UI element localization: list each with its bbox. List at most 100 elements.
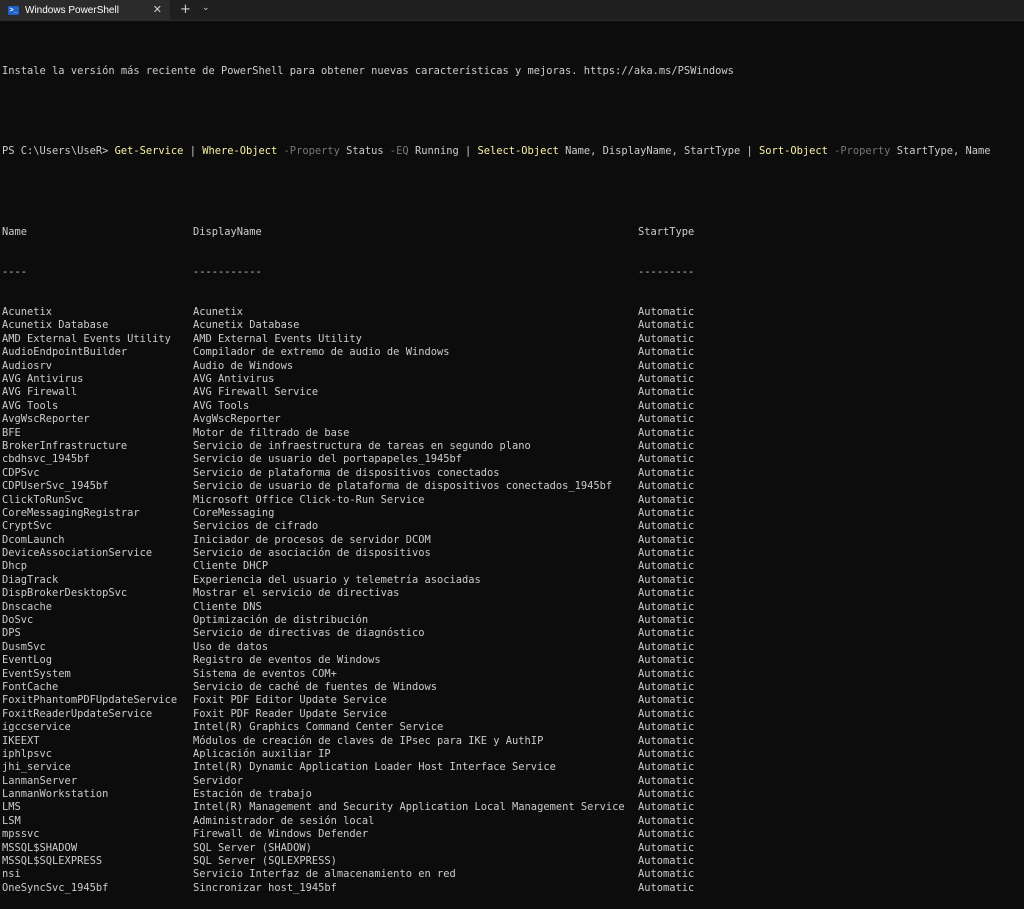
- start-type: Automatic: [638, 440, 758, 453]
- start-type: Automatic: [638, 681, 758, 694]
- table-row: LanmanWorkstationEstación de trabajoAuto…: [2, 788, 1024, 801]
- start-type: Automatic: [638, 855, 758, 868]
- start-type: Automatic: [638, 373, 758, 386]
- display-name: Mostrar el servicio de directivas: [193, 587, 638, 600]
- display-name: AVG Tools: [193, 400, 638, 413]
- service-name: iphlpsvc: [2, 748, 193, 761]
- table-row: ClickToRunSvcMicrosoft Office Click-to-R…: [2, 494, 1024, 507]
- table-row: EventLogRegistro de eventos de WindowsAu…: [2, 654, 1024, 667]
- start-type: Automatic: [638, 882, 758, 895]
- parameter: -Property: [277, 145, 340, 157]
- start-type: Automatic: [638, 534, 758, 547]
- start-type: Automatic: [638, 360, 758, 373]
- table-row: BFEMotor de filtrado de baseAutomatic: [2, 427, 1024, 440]
- start-type: Automatic: [638, 801, 758, 814]
- service-name: AVG Antivirus: [2, 373, 193, 386]
- display-name: Servicio de caché de fuentes de Windows: [193, 681, 638, 694]
- table-row: EventSystemSistema de eventos COM+Automa…: [2, 668, 1024, 681]
- table-row: AvgWscReporterAvgWscReporterAutomatic: [2, 413, 1024, 426]
- service-name: DcomLaunch: [2, 534, 193, 547]
- display-name: SQL Server (SQLEXPRESS): [193, 855, 638, 868]
- display-name: Servicio de asociación de dispositivos: [193, 547, 638, 560]
- display-name: Servicios de cifrado: [193, 520, 638, 533]
- display-name: Servicio de infraestructura de tareas en…: [193, 440, 638, 453]
- display-name: Foxit PDF Editor Update Service: [193, 694, 638, 707]
- argument: StartType, Name: [890, 145, 990, 157]
- table-row: AVG AntivirusAVG AntivirusAutomatic: [2, 373, 1024, 386]
- table-row: iphlpsvcAplicación auxiliar IPAutomatic: [2, 748, 1024, 761]
- service-name: igccservice: [2, 721, 193, 734]
- service-name: AVG Tools: [2, 400, 193, 413]
- cmdlet-select-object: Select-Object: [478, 145, 559, 157]
- table-row: FontCacheServicio de caché de fuentes de…: [2, 681, 1024, 694]
- service-name: AvgWscReporter: [2, 413, 193, 426]
- start-type: Automatic: [638, 386, 758, 399]
- table-row: OneSyncSvc_1945bfSincronizar host_1945bf…: [2, 882, 1024, 895]
- argument: Status: [340, 145, 384, 157]
- service-name: BFE: [2, 427, 193, 440]
- table-row: nsiServicio Interfaz de almacenamiento e…: [2, 868, 1024, 881]
- column-header-displayname: DisplayName: [193, 226, 638, 239]
- table-row: igccserviceIntel(R) Graphics Command Cen…: [2, 721, 1024, 734]
- service-name: Acunetix: [2, 306, 193, 319]
- start-type: Automatic: [638, 574, 758, 587]
- parameter: -Property: [828, 145, 891, 157]
- display-name: Servicio de usuario del portapapeles_194…: [193, 453, 638, 466]
- display-name: AMD External Events Utility: [193, 333, 638, 346]
- table-row: MSSQL$SQLEXPRESSSQL Server (SQLEXPRESS)A…: [2, 855, 1024, 868]
- start-type: Automatic: [638, 708, 758, 721]
- service-name: Dnscache: [2, 601, 193, 614]
- table-row: AVG ToolsAVG ToolsAutomatic: [2, 400, 1024, 413]
- table-row: AcunetixAcunetixAutomatic: [2, 306, 1024, 319]
- table-row: DispBrokerDesktopSvcMostrar el servicio …: [2, 587, 1024, 600]
- table-row: CryptSvcServicios de cifradoAutomatic: [2, 520, 1024, 533]
- service-name: LanmanServer: [2, 775, 193, 788]
- start-type: Automatic: [638, 346, 758, 359]
- table-row: LMSIntel(R) Management and Security Appl…: [2, 801, 1024, 814]
- table-header: NameDisplayNameStartType: [2, 226, 1024, 239]
- service-name: nsi: [2, 868, 193, 881]
- cmdlet-get-service: Get-Service: [115, 145, 184, 157]
- powershell-icon: >_: [8, 6, 19, 15]
- display-name: Compilador de extremo de audio de Window…: [193, 346, 638, 359]
- start-type: Automatic: [638, 601, 758, 614]
- display-name: Registro de eventos de Windows: [193, 654, 638, 667]
- table-row: DusmSvcUso de datosAutomatic: [2, 641, 1024, 654]
- display-name: Firewall de Windows Defender: [193, 828, 638, 841]
- display-name: Intel(R) Graphics Command Center Service: [193, 721, 638, 734]
- table-row: DhcpCliente DHCPAutomatic: [2, 560, 1024, 573]
- table-row: DcomLaunchIniciador de procesos de servi…: [2, 534, 1024, 547]
- service-name: cbdhsvc_1945bf: [2, 453, 193, 466]
- chevron-down-icon[interactable]: ⌄: [202, 3, 210, 13]
- service-name: jhi_service: [2, 761, 193, 774]
- table-row: BrokerInfrastructureServicio de infraest…: [2, 440, 1024, 453]
- display-name: AVG Antivirus: [193, 373, 638, 386]
- table-row: FoxitReaderUpdateServiceFoxit PDF Reader…: [2, 708, 1024, 721]
- start-type: Automatic: [638, 868, 758, 881]
- tab-windows-powershell[interactable]: >_ Windows PowerShell ✕: [0, 0, 170, 20]
- start-type: Automatic: [638, 333, 758, 346]
- display-name: Optimización de distribución: [193, 614, 638, 627]
- display-name: Servicio Interfaz de almacenamiento en r…: [193, 868, 638, 881]
- start-type: Automatic: [638, 494, 758, 507]
- cmdlet-sort-object: Sort-Object: [759, 145, 828, 157]
- service-name: CDPSvc: [2, 467, 193, 480]
- table-row: CDPSvcServicio de plataforma de disposit…: [2, 467, 1024, 480]
- pipe: |: [740, 145, 759, 157]
- display-name: Servicio de usuario de plataforma de dis…: [193, 480, 638, 493]
- close-icon[interactable]: ✕: [153, 3, 162, 16]
- display-name: Motor de filtrado de base: [193, 427, 638, 440]
- display-name: Cliente DNS: [193, 601, 638, 614]
- title-bar: >_ Windows PowerShell ✕ + ⌄: [0, 0, 1024, 21]
- display-name: Estación de trabajo: [193, 788, 638, 801]
- terminal-output[interactable]: Instale la versión más reciente de Power…: [2, 38, 1024, 716]
- service-name: BrokerInfrastructure: [2, 440, 193, 453]
- display-name: Servicio de directivas de diagnóstico: [193, 627, 638, 640]
- table-row: DPSServicio de directivas de diagnóstico…: [2, 627, 1024, 640]
- column-header-name: Name: [2, 226, 193, 239]
- start-type: Automatic: [638, 828, 758, 841]
- new-tab-button[interactable]: +: [180, 2, 191, 17]
- start-type: Automatic: [638, 400, 758, 413]
- service-name: Dhcp: [2, 560, 193, 573]
- display-name: Microsoft Office Click-to-Run Service: [193, 494, 638, 507]
